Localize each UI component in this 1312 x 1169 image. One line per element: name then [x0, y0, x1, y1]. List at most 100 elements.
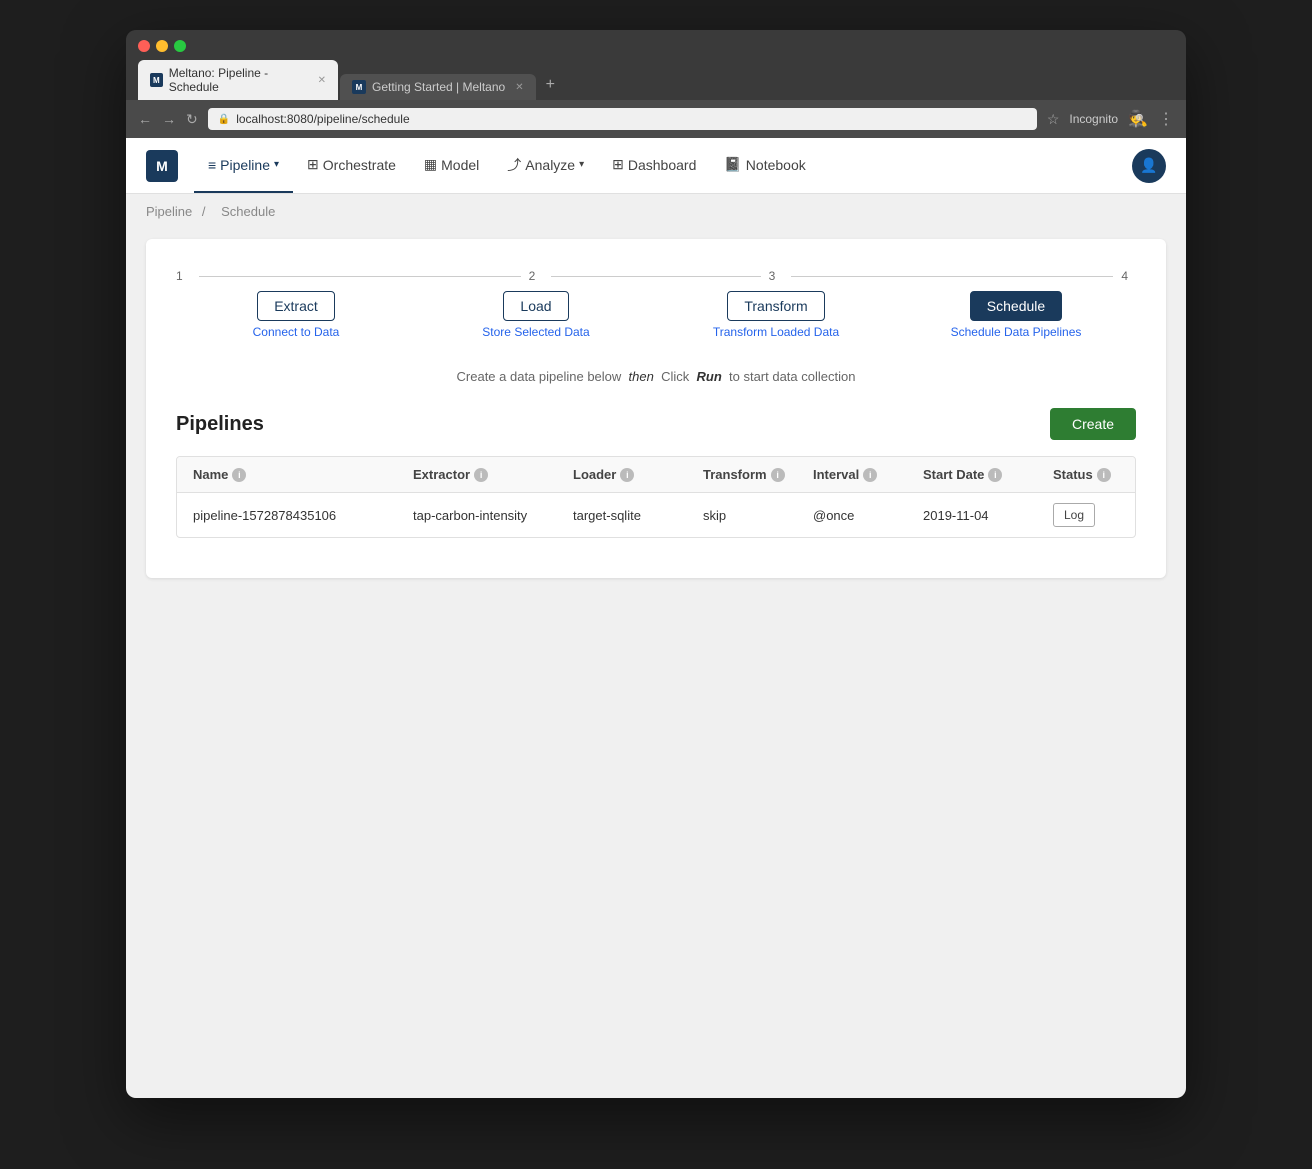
browser-controls: Incognito 🕵 ⋮ [1069, 109, 1174, 129]
nav-pipeline-label: Pipeline [220, 157, 270, 173]
close-window-btn[interactable] [138, 40, 150, 52]
col-startdate: Start Date i [923, 467, 1053, 482]
log-btn[interactable]: Log [1053, 503, 1095, 527]
app-logo: M [146, 150, 178, 182]
step-2-line-left [416, 276, 521, 277]
col-extractor: Extractor i [413, 467, 573, 482]
incognito-label: Incognito [1069, 112, 1118, 126]
step-4-number: 4 [1121, 269, 1128, 283]
back-btn[interactable]: ← [138, 111, 152, 127]
col-status-info-icon[interactable]: i [1097, 468, 1111, 482]
main-card: 1 Extract Connect to Data 2 Load [146, 239, 1166, 578]
instruction-bar: Create a data pipeline below then Click … [176, 369, 1136, 384]
transform-btn[interactable]: Transform [727, 291, 824, 321]
transform-sublabel[interactable]: Transform Loaded Data [713, 325, 839, 339]
row-status: Log [1053, 503, 1136, 527]
nav-orchestrate-icon: ⊞ [307, 156, 319, 173]
nav-analyze-icon: ⤴ [507, 155, 521, 175]
create-pipeline-btn[interactable]: Create [1050, 408, 1136, 440]
row-transform: skip [703, 508, 813, 523]
reload-btn[interactable]: ↻ [186, 111, 198, 128]
col-transform-label: Transform [703, 467, 767, 482]
breadcrumb-separator: / [202, 204, 206, 219]
col-startdate-info-icon[interactable]: i [988, 468, 1002, 482]
instruction-suffix: Click [661, 369, 689, 384]
nav-orchestrate-label: Orchestrate [323, 157, 396, 173]
step-4-line-left [896, 276, 1113, 277]
row-startdate: 2019-11-04 [923, 508, 1053, 523]
row-extractor: tap-carbon-intensity [413, 508, 573, 523]
tab-close-btn-2[interactable]: ✕ [515, 82, 523, 93]
nav-dashboard-icon: ⊞ [612, 156, 624, 173]
nav-item-pipeline[interactable]: ≡ Pipeline ▾ [194, 138, 293, 193]
menu-icon[interactable]: ⋮ [1158, 109, 1174, 129]
window-controls [138, 40, 1174, 52]
instruction-postfix: to start data collection [729, 369, 855, 384]
schedule-btn[interactable]: Schedule [970, 291, 1062, 321]
step-2-number: 2 [529, 269, 536, 283]
load-btn[interactable]: Load [503, 291, 568, 321]
step-3-line-left [656, 276, 761, 277]
step-load: 2 Load Store Selected Data [416, 269, 656, 339]
forward-btn[interactable]: → [162, 111, 176, 127]
address-bar[interactable]: 🔒 localhost:8080/pipeline/schedule [208, 108, 1037, 130]
user-avatar[interactable]: 👤 [1132, 149, 1166, 183]
nav-item-model[interactable]: ▦ Model [410, 138, 493, 193]
col-loader-info-icon[interactable]: i [620, 468, 634, 482]
nav-pipeline-icon: ≡ [208, 157, 216, 173]
col-transform: Transform i [703, 467, 813, 482]
step-3-line-right [791, 276, 896, 277]
extract-sublabel[interactable]: Connect to Data [253, 325, 340, 339]
col-status-label: Status [1053, 467, 1093, 482]
new-tab-btn[interactable]: + [538, 72, 563, 98]
step-extract: 1 Extract Connect to Data [176, 269, 416, 339]
nav-notebook-icon: 📓 [724, 156, 741, 173]
incognito-icon: 🕵 [1128, 109, 1148, 129]
col-loader-label: Loader [573, 467, 616, 482]
step-1-header: 1 [176, 269, 416, 283]
instruction-action: Run [696, 369, 721, 384]
step-schedule: 4 Schedule Schedule Data Pipelines [896, 269, 1136, 339]
step-3-number: 3 [769, 269, 776, 283]
top-nav: M ≡ Pipeline ▾ ⊞ Orchestrate ▦ Model ⤴ A [126, 138, 1186, 194]
maximize-window-btn[interactable] [174, 40, 186, 52]
col-extractor-info-icon[interactable]: i [474, 468, 488, 482]
main-container: 1 Extract Connect to Data 2 Load [126, 229, 1186, 598]
minimize-window-btn[interactable] [156, 40, 168, 52]
tab-close-btn[interactable]: ✕ [318, 75, 326, 86]
col-name-info-icon[interactable]: i [232, 468, 246, 482]
step-2-header: 2 [416, 269, 656, 283]
row-name: pipeline-1572878435106 [193, 508, 413, 523]
avatar-icon: 👤 [1140, 157, 1157, 174]
col-interval-label: Interval [813, 467, 859, 482]
nav-item-analyze[interactable]: ⤴ Analyze ▾ [493, 138, 598, 193]
browser-tab-2[interactable]: M Getting Started | Meltano ✕ [340, 74, 536, 100]
step-1-line [199, 276, 416, 277]
breadcrumb-parent[interactable]: Pipeline [146, 204, 192, 219]
instruction-prefix: Create a data pipeline below [457, 369, 622, 384]
instruction-then: then [629, 369, 654, 384]
section-header: Pipelines Create [176, 408, 1136, 440]
browser-tab-active[interactable]: M Meltano: Pipeline - Schedule ✕ [138, 60, 338, 100]
browser-addressbar: ← → ↻ 🔒 localhost:8080/pipeline/schedule… [126, 100, 1186, 138]
schedule-sublabel[interactable]: Schedule Data Pipelines [951, 325, 1082, 339]
step-2-line-right [551, 276, 656, 277]
lock-icon: 🔒 [218, 114, 230, 125]
extract-btn[interactable]: Extract [257, 291, 335, 321]
nav-item-orchestrate[interactable]: ⊞ Orchestrate [293, 138, 410, 193]
col-extractor-label: Extractor [413, 467, 470, 482]
nav-pipeline-chevron: ▾ [274, 159, 279, 170]
breadcrumb-current: Schedule [221, 204, 275, 219]
tab-title: Meltano: Pipeline - Schedule [169, 66, 308, 94]
nav-item-notebook[interactable]: 📓 Notebook [710, 138, 819, 193]
nav-item-dashboard[interactable]: ⊞ Dashboard [598, 138, 710, 193]
col-transform-info-icon[interactable]: i [771, 468, 785, 482]
table-header: Name i Extractor i Loader i Transform [177, 457, 1135, 493]
browser-window: M Meltano: Pipeline - Schedule ✕ M Getti… [126, 30, 1186, 1098]
col-interval-info-icon[interactable]: i [863, 468, 877, 482]
nav-model-icon: ▦ [424, 156, 437, 173]
load-sublabel[interactable]: Store Selected Data [482, 325, 589, 339]
step-transform: 3 Transform Transform Loaded Data [656, 269, 896, 339]
stepper: 1 Extract Connect to Data 2 Load [176, 269, 1136, 339]
bookmark-icon[interactable]: ☆ [1047, 111, 1060, 128]
